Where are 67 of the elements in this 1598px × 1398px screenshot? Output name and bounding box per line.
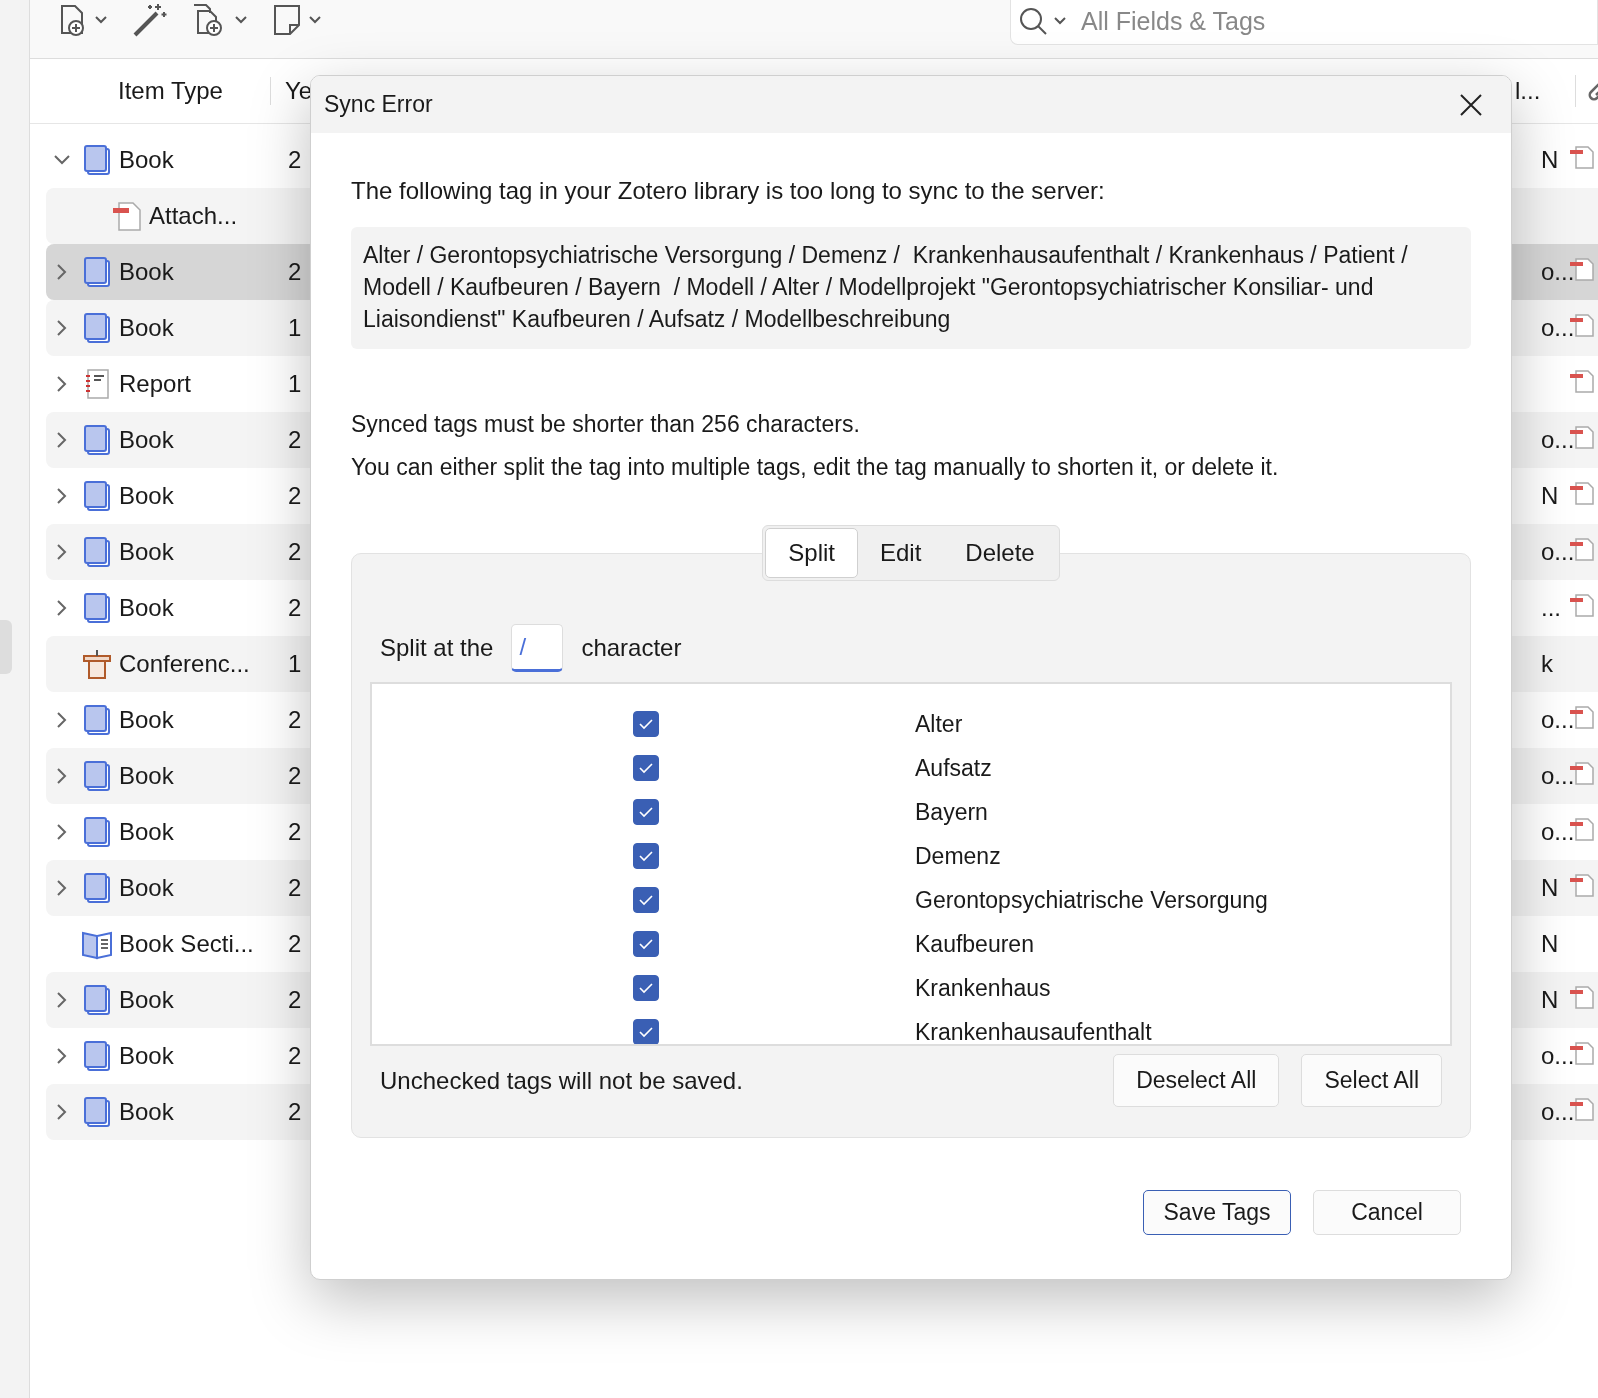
dialog-title: Sync Error xyxy=(324,91,433,118)
table-cell: o... xyxy=(1541,426,1575,454)
table-cell-text: Book xyxy=(119,594,175,622)
message-text: The following tag in your Zotero library is too long to sync to the server: xyxy=(351,177,1106,205)
table-cell-text: Book xyxy=(119,986,175,1014)
tag-label: Kaufbeuren xyxy=(915,930,1034,958)
table-cell: 2 xyxy=(288,930,302,958)
table-cell: 2 xyxy=(288,538,302,566)
hint-text: Unchecked tags will not be saved. xyxy=(380,1066,743,1095)
table-cell: 2 xyxy=(288,1042,302,1070)
table-cell: o... xyxy=(1541,706,1575,734)
table-cell: 2 xyxy=(288,1098,302,1126)
tag-label: Krankenhaus xyxy=(915,974,1051,1002)
split-label: Split at the xyxy=(380,634,494,662)
table-cell: 2 xyxy=(288,818,302,846)
table-cell-text: Attach... xyxy=(149,202,239,230)
table-cell-text: Book xyxy=(119,482,175,510)
note-text: You can either split the tag into multiple tags, edit the tag manually to shorten it, or delete it. xyxy=(351,454,1280,481)
table-cell-text: Book xyxy=(119,874,175,902)
table-cell: 2 xyxy=(288,426,302,454)
table-cell: 2 xyxy=(288,874,302,902)
tag-label: Bayern xyxy=(915,798,988,826)
table-cell: 1 xyxy=(288,314,302,342)
table-cell-text: Conferenc... xyxy=(119,650,251,678)
split-label: character xyxy=(581,634,682,662)
table-cell: k xyxy=(1541,650,1553,678)
tag-label: Gerontopsychiatrische Versorgung xyxy=(915,886,1268,914)
table-cell-text: Book xyxy=(119,762,175,790)
table-cell: 2 xyxy=(288,706,302,734)
table-cell: N xyxy=(1541,482,1559,510)
table-cell-text: Book xyxy=(119,314,175,342)
table-cell: 2 xyxy=(288,986,302,1014)
tag-label: Alter xyxy=(915,710,963,738)
table-cell: o... xyxy=(1541,1098,1575,1126)
table-cell-text: Book xyxy=(119,706,175,734)
table-cell: N xyxy=(1541,930,1559,958)
table-cell: 1 xyxy=(288,370,302,398)
table-cell: 2 xyxy=(288,258,302,286)
table-cell: 1 xyxy=(288,650,302,678)
table-cell-text: Book xyxy=(119,538,175,566)
table-cell: 2 xyxy=(288,482,302,510)
table-cell: 2 xyxy=(288,146,302,174)
table-cell: o... xyxy=(1541,762,1575,790)
table-cell: 2 xyxy=(288,594,302,622)
table-cell-text: Report xyxy=(119,370,193,398)
tag-text: Alter / Gerontopsychiatrische Versorgung / Demenz / Krankenhausaufenthalt / Krankenhaus / Patient / Modell / Kaufbeuren / Bayern / Modell / Alter / Modellprojekt "Gerontopsychiatrischer Konsiliar- und Liaisondienst" Kaufbeuren / Aufsatz / Modellbeschreibung xyxy=(351,227,1471,349)
tag-label: Aufsatz xyxy=(915,754,992,782)
table-cell: o... xyxy=(1541,1042,1575,1070)
table-cell-text: Book Secti... xyxy=(119,930,255,958)
note-text: Synced tags must be shorter than 256 characters. xyxy=(351,411,861,438)
table-cell: 2 xyxy=(288,762,302,790)
table-cell: o... xyxy=(1541,258,1575,286)
table-cell: N xyxy=(1541,874,1559,902)
tag-label: Demenz xyxy=(915,842,1001,870)
table-cell-text: Book xyxy=(119,426,175,454)
table-cell: o... xyxy=(1541,314,1575,342)
tag-label: Krankenhausaufenthalt xyxy=(915,1018,1152,1044)
table-cell: N xyxy=(1541,146,1559,174)
table-cell-text: Book xyxy=(119,1042,175,1070)
table-cell: o... xyxy=(1541,818,1575,846)
table-cell: ... xyxy=(1541,594,1561,622)
table-cell-text: Book xyxy=(119,818,175,846)
table-cell-text: Book xyxy=(119,146,175,174)
table-cell-text: Book xyxy=(119,258,175,286)
table-cell: N xyxy=(1541,986,1559,1014)
table-cell-text: Book xyxy=(119,1098,175,1126)
table-cell: o... xyxy=(1541,538,1575,566)
